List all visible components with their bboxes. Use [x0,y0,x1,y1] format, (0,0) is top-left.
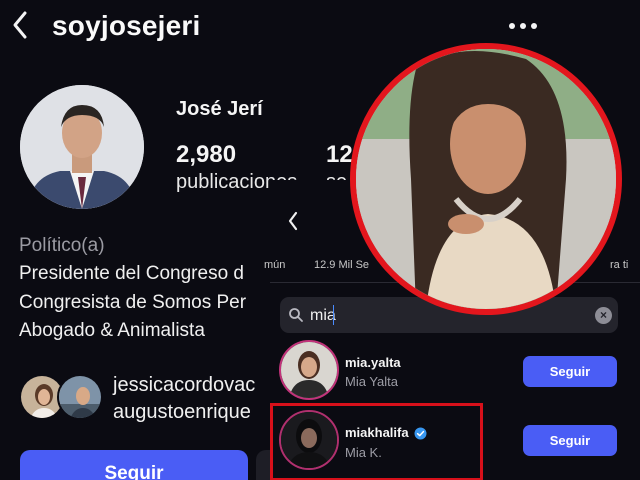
search-icon [289,308,303,322]
back-button[interactable] [6,8,34,42]
search-tab[interactable]: mún [264,259,285,271]
highlight-box [270,403,483,480]
result-photo [281,342,337,398]
chevron-left-icon [288,211,298,231]
follower-avatar[interactable] [57,374,103,420]
profile-screen: soyjosejeri José Jerí 2,980 publicacione… [0,0,640,480]
result-avatar[interactable] [279,340,339,400]
chevron-left-icon [13,11,27,39]
profile-avatar[interactable] [20,85,144,209]
search-tab[interactable]: 12.9 Mil Se [314,259,369,271]
featured-photo-circle [350,43,622,315]
more-options-button[interactable] [505,14,541,38]
profile-category: Político(a) [19,235,105,256]
more-horizontal-icon [509,23,537,29]
profile-username: soyjosejeri [52,10,201,41]
follow-result-button[interactable]: Seguir [523,425,617,456]
search-back-button[interactable] [282,206,304,236]
clear-search-icon[interactable]: × [595,307,612,324]
follower-photo [59,376,101,418]
result-username[interactable]: mia.yalta [345,355,401,370]
featured-photo [356,49,616,309]
posts-count: 2,980 [176,141,237,168]
followers-count[interactable]: 12 [326,141,353,169]
followed-by-name[interactable]: jessicacordovac [113,374,255,397]
bio-line: Congresista de Somos Per [19,292,247,313]
followed-by-name[interactable]: augustoenrique [113,401,251,424]
search-tab[interactable]: ra ti [610,259,628,271]
bio-line: Presidente del Congreso d [19,263,244,284]
bio-line: Abogado & Animalista [19,320,205,341]
search-input[interactable] [310,306,570,326]
text-caret [333,305,334,325]
profile-display-name: José Jerí [176,98,263,120]
follow-button[interactable]: Seguir [20,450,248,480]
result-fullname: Mia Yalta [345,374,398,389]
follow-result-button[interactable]: Seguir [523,356,617,387]
profile-photo [20,85,144,209]
